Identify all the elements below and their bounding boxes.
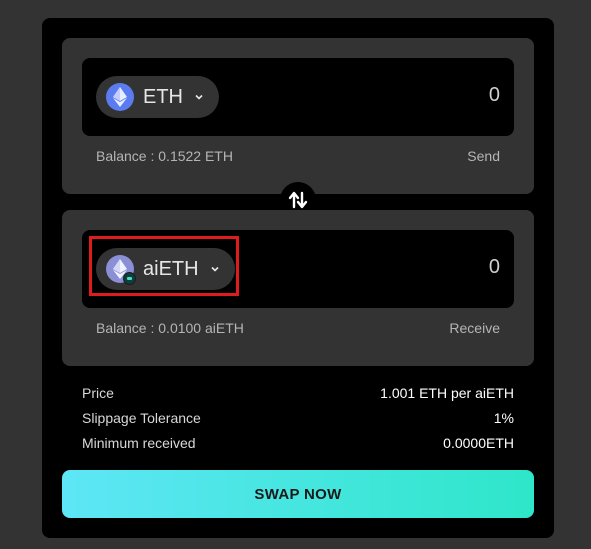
to-token-label: aiETH — [143, 257, 199, 280]
receive-label: Receive — [449, 320, 500, 336]
to-amount-input[interactable]: 0 — [489, 256, 500, 279]
from-footer: Balance : 0.1522 ETH Send — [96, 148, 500, 164]
minimum-received-row: Minimum received 0.0000ETH — [82, 435, 514, 451]
slippage-label: Slippage Tolerance — [82, 410, 201, 426]
minimum-received-value: 0.0000ETH — [443, 435, 514, 451]
aieth-icon — [106, 255, 136, 285]
swap-now-button[interactable]: SWAP NOW — [62, 470, 534, 518]
swap-card: ETH 0 Balance : 0.1522 ETH Send aiETH 0 … — [42, 18, 554, 538]
to-balance: Balance : 0.0100 aiETH — [96, 320, 244, 336]
to-footer: Balance : 0.0100 aiETH Receive — [96, 320, 500, 336]
chevron-down-icon — [195, 94, 203, 100]
price-value: 1.001 ETH per aiETH — [380, 385, 514, 401]
from-panel: ETH 0 Balance : 0.1522 ETH Send — [62, 38, 534, 194]
slippage-row: Slippage Tolerance 1% — [82, 410, 514, 426]
to-panel: aiETH 0 Balance : 0.0100 aiETH Receive — [62, 210, 534, 366]
eth-icon — [106, 83, 134, 111]
send-label: Send — [467, 148, 500, 164]
from-token-row: ETH 0 — [82, 58, 514, 136]
to-token-selector[interactable]: aiETH — [96, 248, 235, 290]
slippage-value: 1% — [493, 410, 514, 426]
swap-arrows-icon — [288, 191, 308, 209]
from-token-selector[interactable]: ETH — [96, 76, 219, 118]
from-balance: Balance : 0.1522 ETH — [96, 148, 233, 164]
price-label: Price — [82, 385, 114, 401]
to-token-row: aiETH 0 — [82, 230, 514, 308]
chevron-down-icon — [211, 266, 219, 272]
from-token-label: ETH — [143, 85, 183, 108]
ai-badge-icon — [123, 272, 136, 285]
price-row: Price 1.001 ETH per aiETH — [82, 385, 514, 401]
minimum-received-label: Minimum received — [82, 435, 196, 451]
from-amount-input[interactable]: 0 — [489, 84, 500, 107]
